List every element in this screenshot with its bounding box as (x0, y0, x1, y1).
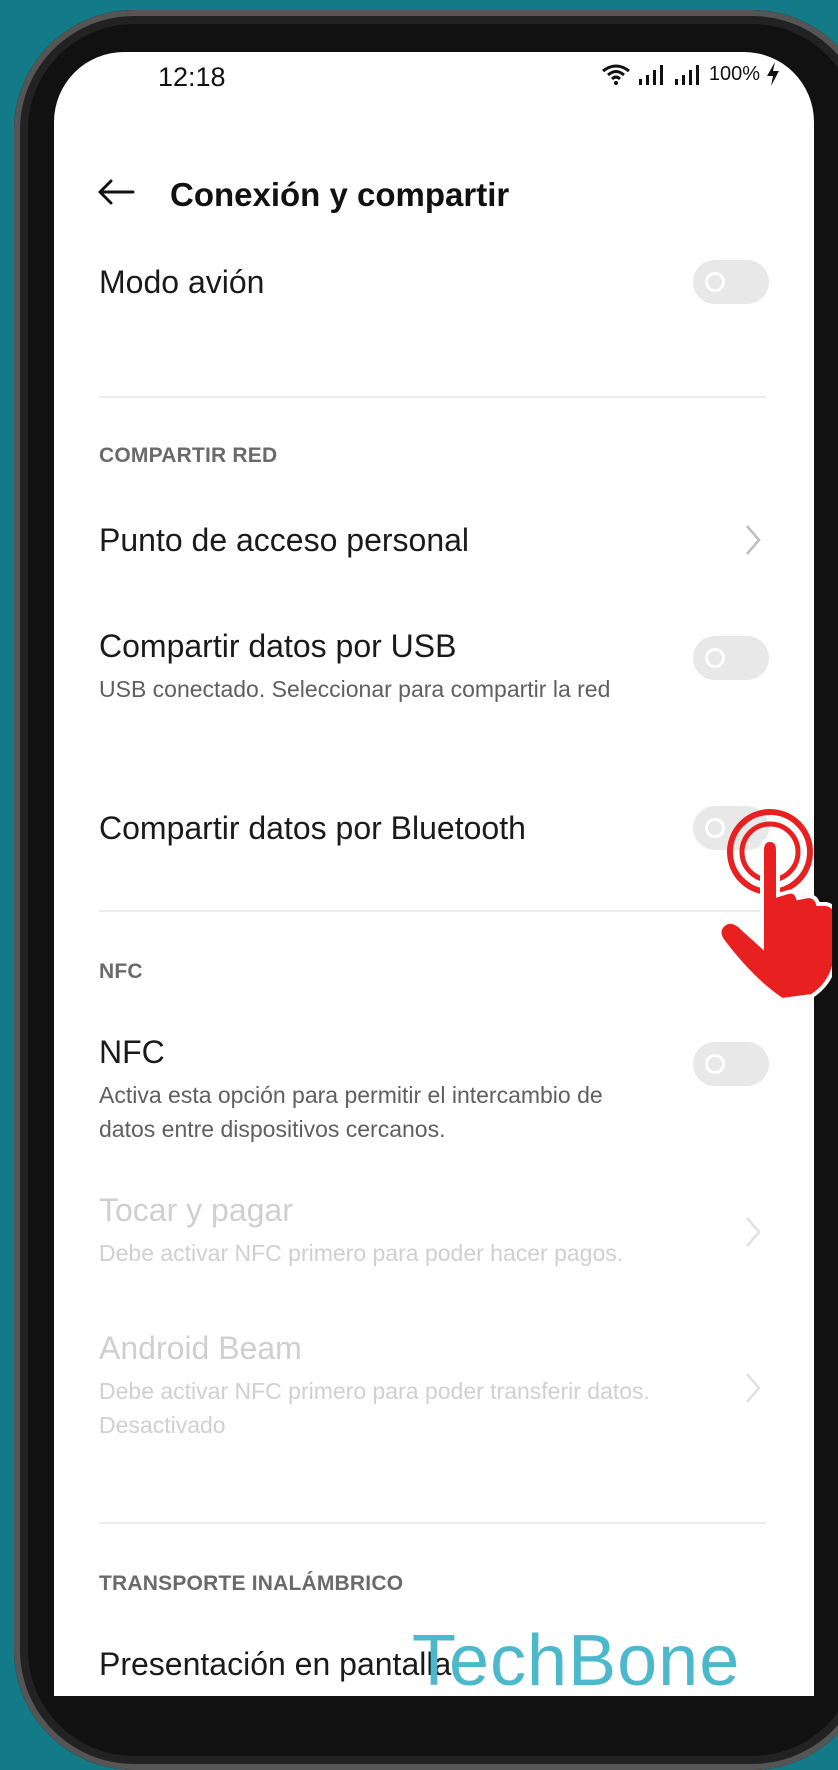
nfc-label: NFC (99, 1034, 165, 1070)
wifi-icon (601, 64, 630, 85)
usb-tethering-label: Compartir datos por USB (99, 628, 457, 664)
status-time: 12:18 (158, 62, 226, 92)
airplane-mode-label: Modo avión (99, 264, 265, 300)
tap-and-pay-subtitle: Debe activar NFC primero para poder hace… (99, 1240, 624, 1266)
screen: 12:18 100% Conexión y compartir Modo avi… (54, 52, 814, 1696)
bluetooth-tethering-label: Compartir datos por Bluetooth (99, 810, 526, 846)
android-beam-label: Android Beam (99, 1330, 302, 1366)
nfc-row[interactable]: NFC Activa esta opción para permitir el … (99, 1032, 769, 1146)
header: Conexión y compartir (54, 152, 814, 232)
android-beam-status: Desactivado (99, 1412, 226, 1438)
watermark-logo: TechBone (412, 1621, 741, 1701)
battery-text: 100% (708, 62, 760, 85)
bluetooth-tethering-row[interactable]: Compartir datos por Bluetooth (99, 806, 769, 850)
usb-tethering-toggle[interactable] (693, 636, 769, 680)
tap-and-pay-row: Tocar y pagar Debe activar NFC primero p… (99, 1190, 769, 1270)
usb-tethering-subtitle: USB conectado. Seleccionar para comparti… (99, 676, 611, 702)
divider (99, 910, 766, 912)
android-beam-row: Android Beam Debe activar NFC primero pa… (99, 1328, 769, 1442)
back-button[interactable] (94, 172, 138, 212)
tap-hand-icon (717, 809, 832, 1000)
hotspot-label: Punto de acceso personal (99, 522, 470, 558)
signal-icon-2 (674, 65, 699, 85)
status-icons: 100% (601, 62, 780, 86)
tap-and-pay-label: Tocar y pagar (99, 1192, 293, 1228)
hotspot-row[interactable]: Punto de acceso personal (99, 520, 769, 560)
divider (99, 396, 766, 398)
chevron-right-icon (746, 1217, 761, 1247)
divider (99, 1522, 766, 1524)
signal-icon (638, 65, 663, 85)
nfc-subtitle: Activa esta opción para permitir el inte… (99, 1082, 603, 1142)
back-arrow-icon (98, 179, 135, 205)
android-beam-subtitle: Debe activar NFC primero para poder tran… (99, 1378, 650, 1404)
chevron-right-icon (746, 525, 761, 555)
charging-icon (767, 62, 779, 86)
section-header-compartir-red: COMPARTIR RED (99, 444, 278, 467)
status-bar: 12:18 100% (54, 52, 814, 112)
airplane-mode-toggle[interactable] (693, 260, 769, 304)
page-title: Conexión y compartir (170, 176, 510, 213)
nfc-toggle[interactable] (693, 1042, 769, 1086)
section-header-nfc: NFC (99, 960, 143, 983)
usb-tethering-row[interactable]: Compartir datos por USB USB conectado. S… (99, 626, 769, 706)
airplane-mode-row[interactable]: Modo avión (99, 260, 769, 304)
chevron-right-icon (746, 1373, 761, 1403)
section-header-transporte: TRANSPORTE INALÁMBRICO (99, 1572, 404, 1595)
